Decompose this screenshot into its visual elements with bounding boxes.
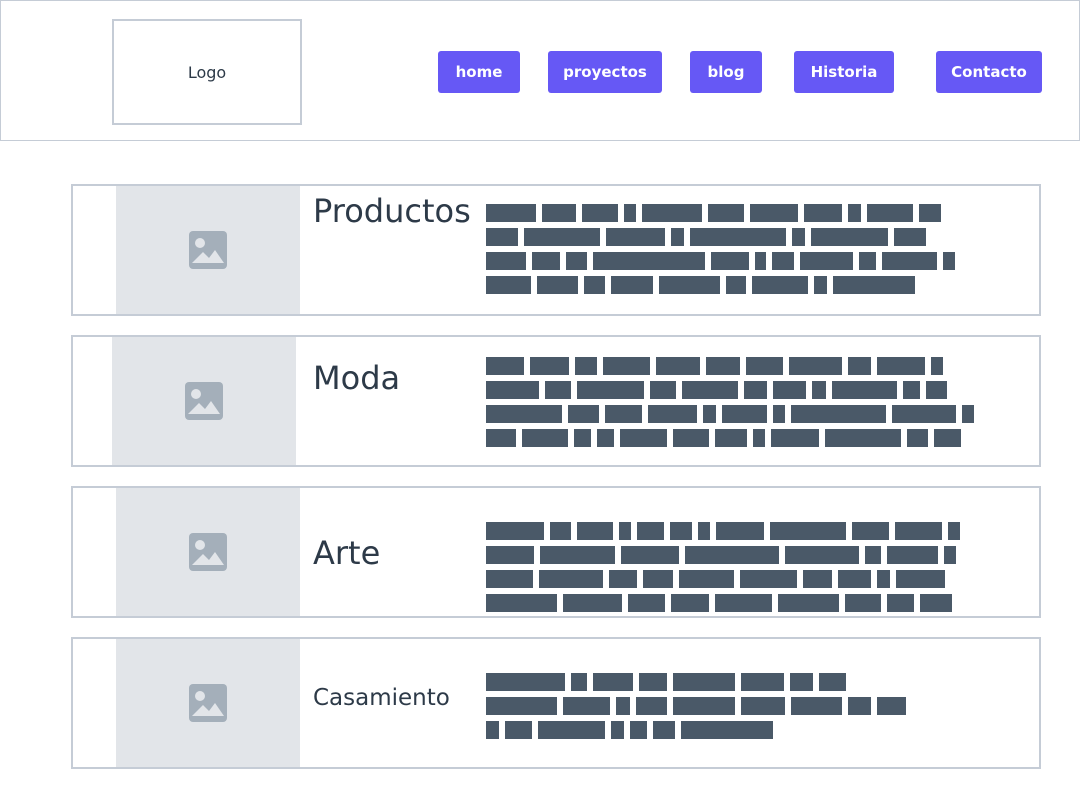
card-text-placeholder: [486, 522, 966, 618]
card-text-placeholder: [486, 357, 980, 453]
card-text-placeholder: [486, 673, 912, 745]
text-line: [486, 522, 966, 540]
card-title: Casamiento: [313, 685, 450, 711]
image-placeholder: [116, 639, 300, 767]
card-title: Productos: [313, 192, 471, 230]
image-placeholder-icon: [185, 382, 223, 420]
logo-text: Logo: [187, 62, 227, 82]
text-line: [486, 276, 961, 294]
image-placeholder-icon: [189, 231, 227, 269]
text-line: [486, 357, 980, 375]
image-placeholder-icon: [189, 684, 227, 722]
nav-home-button[interactable]: home: [438, 51, 520, 93]
nav-proyectos-button[interactable]: proyectos: [548, 51, 662, 93]
text-line: [486, 381, 980, 399]
card-title: Arte: [313, 534, 381, 572]
text-line: [486, 673, 912, 691]
card-arte[interactable]: Arte: [71, 486, 1041, 618]
text-line: [486, 228, 961, 246]
card-text-placeholder: [486, 204, 961, 300]
logo[interactable]: Logo: [112, 19, 302, 125]
image-placeholder: [112, 337, 296, 465]
card-casamiento[interactable]: Casamiento: [71, 637, 1041, 769]
text-line: [486, 594, 966, 612]
text-line: [486, 204, 961, 222]
text-line: [486, 546, 966, 564]
nav-blog-button[interactable]: blog: [690, 51, 762, 93]
card-title: Moda: [313, 359, 401, 397]
text-line: [486, 721, 912, 739]
text-line: [486, 405, 980, 423]
text-line: [486, 570, 966, 588]
nav-historia-button[interactable]: Historia: [794, 51, 894, 93]
text-line: [486, 429, 980, 447]
card-moda[interactable]: Moda: [71, 335, 1041, 467]
text-line: [486, 697, 912, 715]
card-productos[interactable]: Productos: [71, 184, 1041, 316]
text-line: [486, 252, 961, 270]
image-placeholder: [116, 488, 300, 616]
site-header: Logo home proyectos blog Historia Contac…: [0, 0, 1080, 141]
nav-contacto-button[interactable]: Contacto: [936, 51, 1042, 93]
image-placeholder-icon: [189, 533, 227, 571]
image-placeholder: [116, 186, 300, 314]
